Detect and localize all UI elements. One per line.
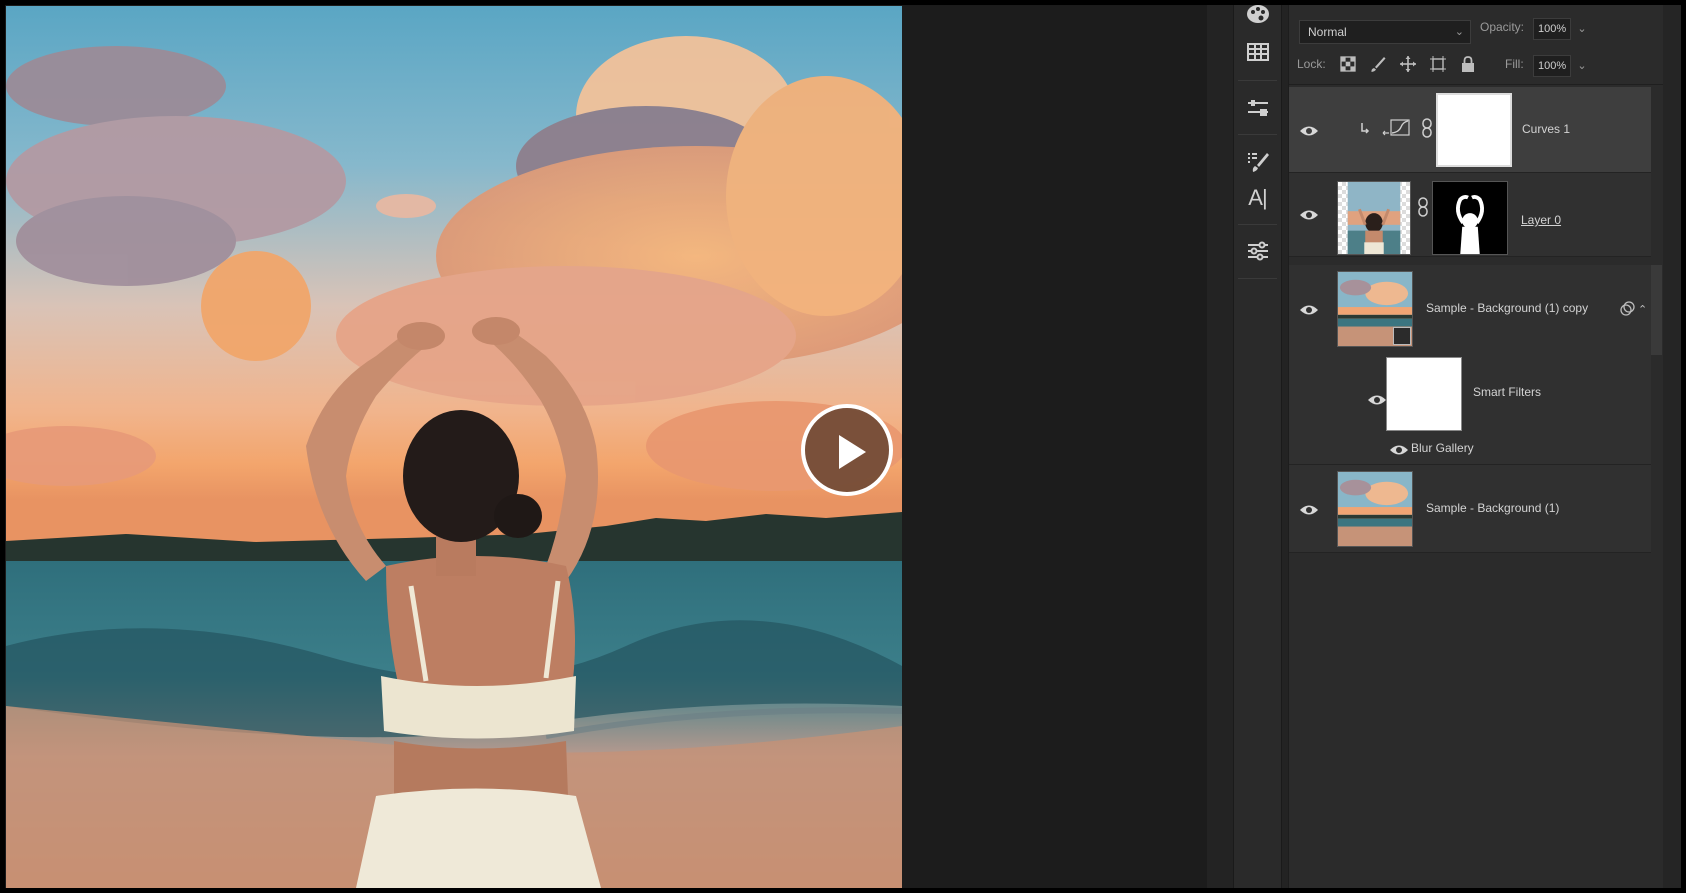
- visibility-eye-icon[interactable]: [1299, 124, 1319, 138]
- visibility-eye-icon[interactable]: [1299, 503, 1319, 517]
- lock-transparent-pixels-icon[interactable]: [1339, 55, 1357, 73]
- play-button[interactable]: [801, 404, 893, 496]
- layers-scrollbar[interactable]: [1651, 265, 1662, 355]
- color-palette-icon[interactable]: [1234, 0, 1281, 34]
- clipping-mask-arrow-icon: [1360, 121, 1370, 135]
- fill-input[interactable]: 100%: [1533, 55, 1571, 77]
- type-tool-glyph: A|: [1248, 185, 1267, 210]
- brush-settings-icon[interactable]: [1234, 142, 1281, 182]
- layer-row-sample-background[interactable]: Sample - Background (1): [1289, 465, 1651, 553]
- lock-all-icon[interactable]: [1459, 55, 1477, 73]
- smart-object-badge-icon: [1393, 327, 1411, 345]
- fill-label: Fill:: [1505, 57, 1524, 71]
- chevron-down-icon: ⌄: [1454, 26, 1464, 38]
- mask-link-chain-icon[interactable]: [1421, 118, 1433, 138]
- opacity-value: 100%: [1538, 23, 1567, 35]
- curves-adjustment-icon: [1381, 118, 1415, 140]
- layer-thumbnail[interactable]: [1337, 271, 1413, 347]
- lock-image-pixels-icon[interactable]: [1369, 55, 1387, 73]
- visibility-eye-icon[interactable]: [1299, 208, 1319, 222]
- play-icon: [839, 435, 866, 469]
- type-tool-icon[interactable]: A|: [1234, 178, 1281, 218]
- fill-value: 100%: [1538, 60, 1567, 72]
- layer-row-layer-0[interactable]: Layer 0: [1289, 173, 1651, 257]
- layer-mask-thumbnail[interactable]: [1436, 93, 1512, 167]
- opacity-dropdown-chevron-icon[interactable]: ⌄: [1574, 18, 1590, 40]
- layer-thumbnail[interactable]: [1337, 471, 1413, 547]
- blend-mode-select[interactable]: Normal ⌄: [1299, 20, 1471, 44]
- lock-position-icon[interactable]: [1399, 55, 1417, 73]
- blur-gallery-filter-label[interactable]: Blur Gallery: [1411, 441, 1474, 455]
- layer-thumbnail[interactable]: [1337, 181, 1411, 255]
- workspace-background: [902, 6, 1207, 888]
- visibility-eye-icon[interactable]: [1389, 443, 1409, 457]
- beach-sunset-photo: [6, 36, 902, 888]
- blend-mode-value: Normal: [1308, 25, 1347, 39]
- visibility-eye-icon[interactable]: [1367, 393, 1387, 407]
- smart-filter-mask-thumbnail[interactable]: [1386, 357, 1462, 431]
- panel-tool-strip: A|: [1207, 0, 1288, 893]
- layer-name: Sample - Background (1) copy: [1426, 301, 1589, 315]
- smart-filters-indicator-icon[interactable]: [1619, 301, 1635, 317]
- mask-link-chain-icon[interactable]: [1417, 197, 1429, 217]
- collapse-chevron-up-icon[interactable]: ⌃: [1638, 303, 1650, 316]
- document-canvas[interactable]: [6, 6, 902, 888]
- opacity-input[interactable]: 100%: [1533, 18, 1571, 40]
- adjustment-sliders-icon[interactable]: [1234, 88, 1281, 128]
- lock-label: Lock:: [1297, 57, 1326, 71]
- opacity-label: Opacity:: [1480, 20, 1525, 34]
- properties-icon[interactable]: [1234, 231, 1281, 271]
- lock-artboard-icon[interactable]: [1429, 55, 1447, 73]
- smart-filters-label: Smart Filters: [1473, 385, 1542, 399]
- layer-mask-thumbnail[interactable]: [1432, 181, 1508, 255]
- layer-row-sample-background-copy[interactable]: Sample - Background (1) copy ⌃ Smart Fil…: [1289, 265, 1651, 465]
- visibility-eye-icon[interactable]: [1299, 303, 1319, 317]
- layer-name: Curves 1: [1522, 122, 1571, 136]
- layer-row-curves-1[interactable]: Curves 1: [1289, 87, 1651, 173]
- layer-name: Layer 0: [1521, 213, 1562, 227]
- layer-name: Sample - Background (1): [1426, 501, 1560, 515]
- panel-edge: [1663, 0, 1686, 893]
- grid-table-icon[interactable]: [1234, 32, 1281, 72]
- layers-panel: Normal ⌄ Opacity: 100% ⌄ Lock: Fill: 100…: [1288, 0, 1664, 893]
- fill-dropdown-chevron-icon[interactable]: ⌄: [1574, 55, 1590, 77]
